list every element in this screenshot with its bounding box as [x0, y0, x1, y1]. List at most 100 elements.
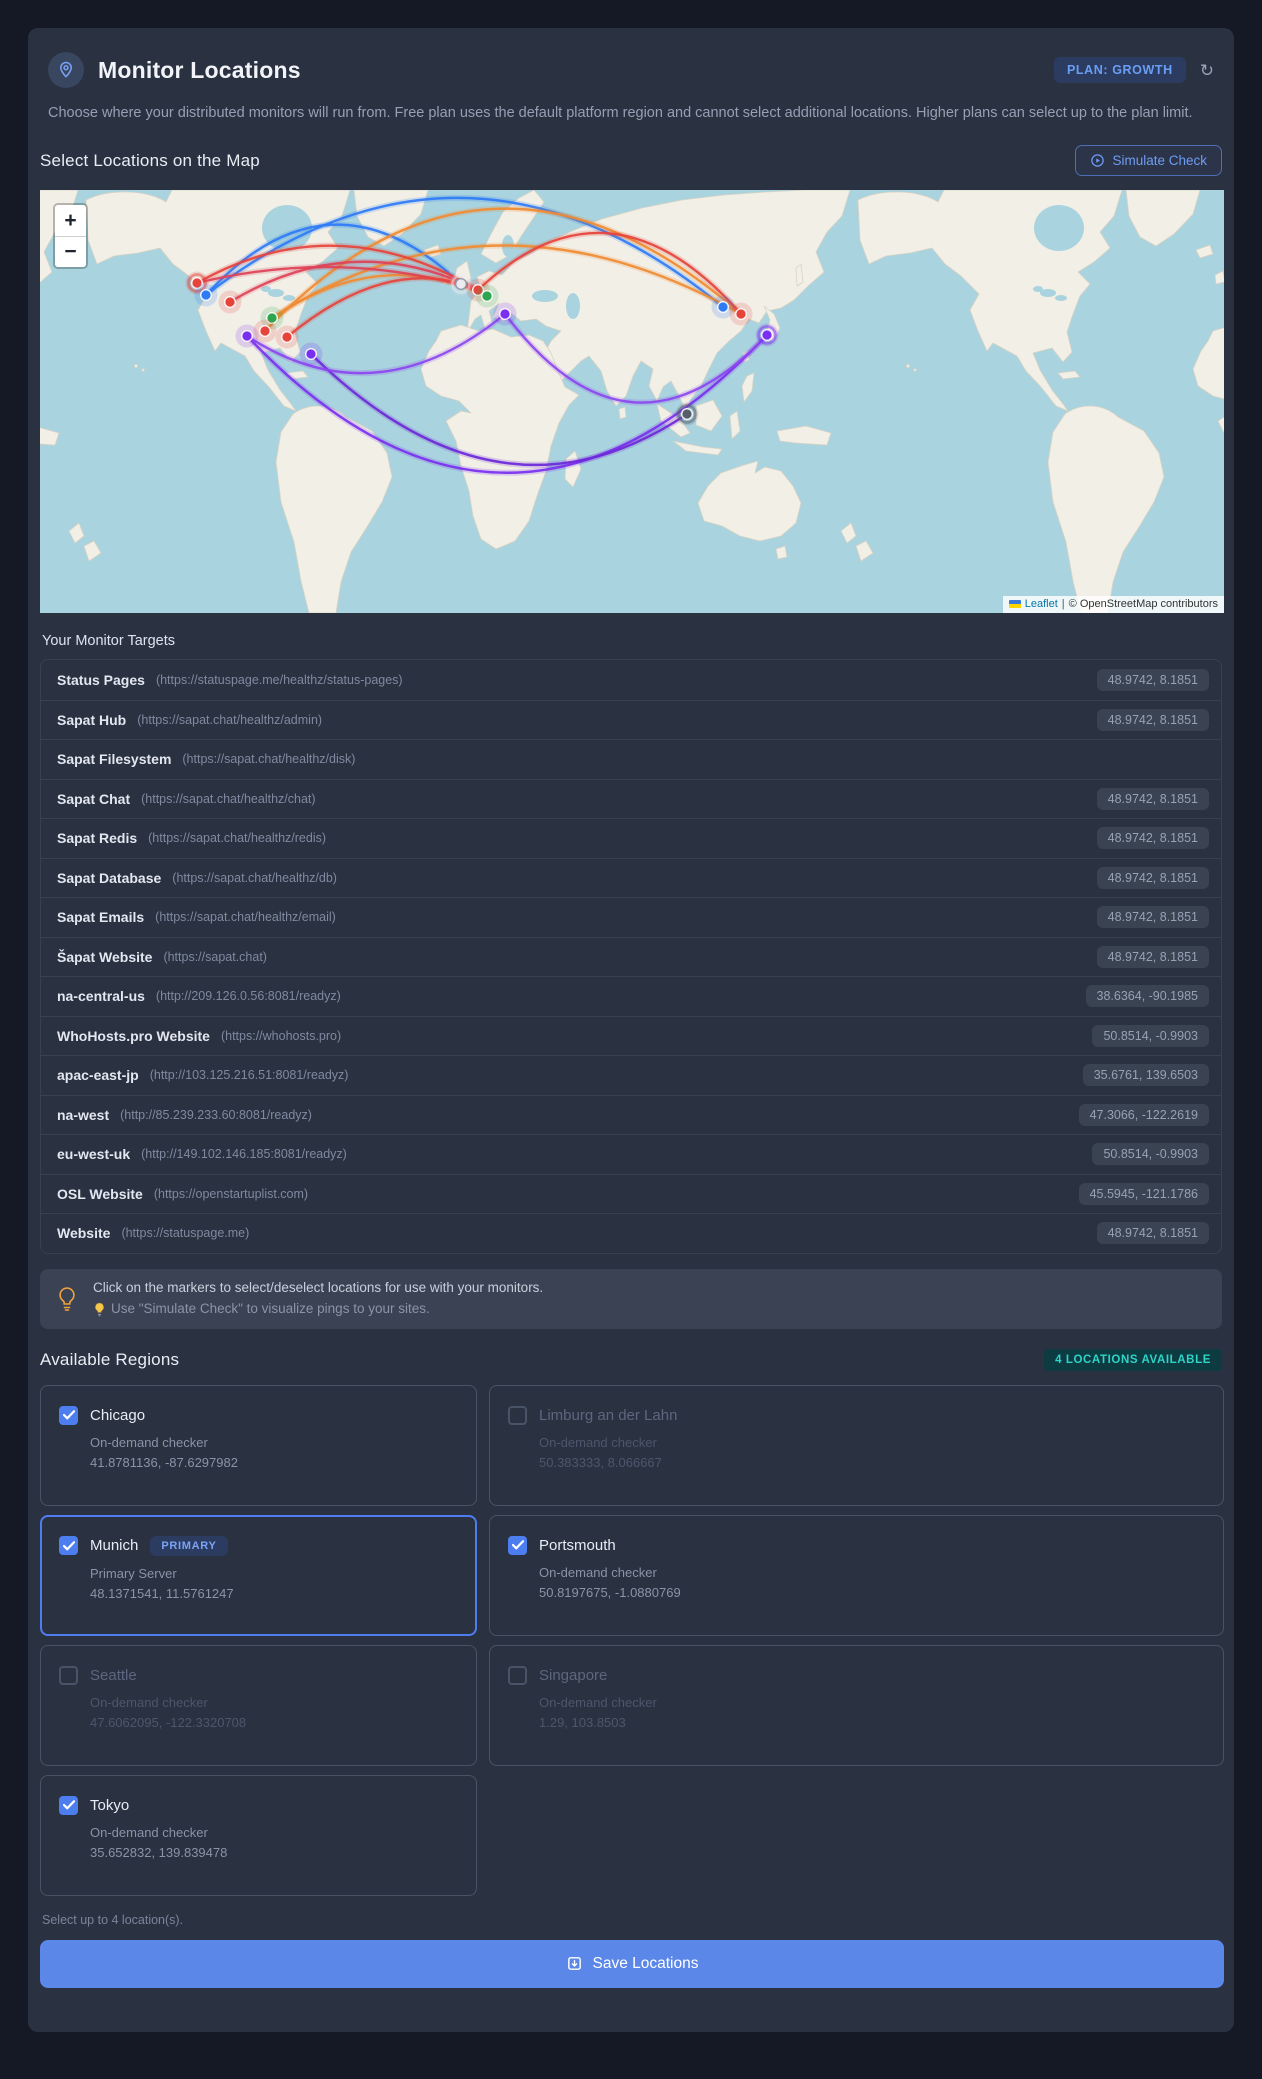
target-row[interactable]: Status Pages (https://statuspage.me/heal… — [41, 660, 1221, 700]
save-icon — [567, 1957, 581, 1970]
zoom-in-button[interactable]: + — [55, 205, 86, 237]
target-row[interactable]: Sapat Database (https://sapat.chat/healt… — [41, 857, 1221, 898]
region-checkbox[interactable] — [59, 1665, 78, 1685]
zoom-out-button[interactable]: − — [55, 236, 86, 268]
target-row[interactable]: Šapat Website (https://sapat.chat) 48.97… — [41, 936, 1221, 977]
region-checkbox[interactable] — [59, 1795, 78, 1815]
region-name: Singapore — [539, 1666, 608, 1684]
target-name: Website — [57, 1225, 111, 1242]
target-coords-badge: 48.9742, 8.1851 — [1096, 866, 1209, 889]
target-name: Sapat Database — [57, 869, 162, 886]
region-type: On-demand checker — [539, 1434, 657, 1450]
region-coords: 35.652832, 139.839478 — [90, 1844, 228, 1860]
refresh-icon[interactable]: ↻ — [1200, 62, 1214, 79]
target-name: eu-west-uk — [57, 1146, 131, 1163]
locations-available-badge: 4 LOCATIONS AVAILABLE — [1044, 1348, 1222, 1371]
simulate-check-button[interactable]: Simulate Check — [1075, 145, 1222, 177]
target-url: (https://sapat.chat/healthz/admin) — [137, 712, 323, 727]
target-row[interactable]: Sapat Hub (https://sapat.chat/healthz/ad… — [41, 699, 1221, 740]
region-coords: 41.8781136, -87.6297982 — [90, 1454, 238, 1470]
target-coords-badge: 48.9742, 8.1851 — [1096, 787, 1209, 810]
target-name: Sapat Hub — [57, 711, 127, 728]
map-marker[interactable] — [675, 402, 699, 426]
map-marker[interactable] — [729, 302, 753, 326]
target-name: WhoHosts.pro Website — [57, 1027, 210, 1044]
map-marker[interactable] — [218, 290, 242, 314]
region-card[interactable]: Munich PRIMARY Primary Server 48.1371541… — [40, 1514, 477, 1636]
world-map — [40, 190, 1224, 614]
region-type: On-demand checker — [90, 1824, 208, 1840]
map-marker[interactable] — [475, 284, 499, 308]
plan-badge: PLAN: GROWTH — [1053, 57, 1186, 83]
selection-limit-note: Select up to 4 location(s). — [42, 1912, 184, 1927]
page-title: Monitor Locations — [98, 56, 301, 83]
target-url: (https://statuspage.me/healthz/status-pa… — [155, 672, 403, 687]
region-checkbox[interactable] — [508, 1535, 527, 1555]
region-card[interactable]: Portsmouth On-demand checker 50.8197675,… — [489, 1514, 1224, 1636]
target-coords-badge: 48.9742, 8.1851 — [1096, 906, 1209, 929]
region-card[interactable]: Chicago On-demand checker 41.8781136, -8… — [40, 1384, 477, 1506]
target-coords-badge: 35.6761, 139.6503 — [1082, 1064, 1209, 1087]
region-type: On-demand checker — [539, 1564, 657, 1580]
targets-list: Status Pages (https://statuspage.me/heal… — [40, 659, 1222, 1254]
region-name: Chicago — [90, 1406, 146, 1424]
target-coords-badge: 48.9742, 8.1851 — [1096, 708, 1209, 731]
map-marker[interactable] — [275, 325, 299, 349]
tip-line2: Use "Simulate Check" to visualize pings … — [93, 1299, 543, 1320]
target-row[interactable]: WhoHosts.pro Website (https://whohosts.p… — [41, 1015, 1221, 1056]
target-url: (https://sapat.chat/healthz/redis) — [148, 831, 327, 846]
map-marker[interactable] — [253, 319, 277, 343]
target-row[interactable]: na-central-us (http://209.126.0.56:8081/… — [41, 976, 1221, 1016]
region-card[interactable]: Seattle On-demand checker 47.6062095, -1… — [40, 1644, 477, 1766]
target-coords-badge: 50.8514, -0.9903 — [1092, 1024, 1209, 1047]
play-circle-icon — [1091, 154, 1105, 167]
target-name: Šapat Website — [57, 948, 153, 965]
map-marker[interactable] — [493, 302, 517, 326]
region-card[interactable]: Limburg an der Lahn On-demand checker 50… — [489, 1384, 1224, 1506]
target-coords-badge: 47.3066, -122.2619 — [1078, 1103, 1209, 1126]
target-name: na-central-us — [57, 988, 145, 1005]
target-row[interactable]: Sapat Redis (https://sapat.chat/healthz/… — [41, 818, 1221, 858]
target-row[interactable]: Sapat Filesystem (https://sapat.chat/hea… — [41, 739, 1221, 779]
target-coords-badge: 48.9742, 8.1851 — [1096, 1222, 1209, 1245]
target-row[interactable]: Website (https://statuspage.me) 48.9742,… — [41, 1213, 1221, 1253]
map-section-heading: Select Locations on the Map — [40, 150, 260, 170]
save-locations-button[interactable]: Save Locations — [40, 1939, 1224, 1988]
map-marker[interactable] — [299, 342, 323, 366]
target-row[interactable]: Sapat Emails (https://sapat.chat/healthz… — [41, 897, 1221, 937]
leaflet-link[interactable]: Leaflet — [1025, 598, 1058, 610]
target-url: (https://sapat.chat/healthz/disk) — [182, 752, 356, 767]
tip-line1: Click on the markers to select/deselect … — [93, 1279, 544, 1295]
description: Choose where your distributed monitors w… — [48, 105, 1193, 121]
target-url: (https://sapat.chat/healthz/email) — [155, 910, 336, 925]
target-row[interactable]: apac-east-jp (http://103.125.216.51:8081… — [41, 1055, 1221, 1095]
map[interactable]: + − Leaflet | © OpenStreetMap contributo… — [40, 190, 1224, 614]
target-row[interactable]: eu-west-uk (http://149.102.146.185:8081/… — [41, 1134, 1221, 1174]
region-type: On-demand checker — [90, 1434, 208, 1450]
region-checkbox[interactable] — [59, 1536, 78, 1556]
target-name: Status Pages — [57, 671, 145, 688]
target-url: (http://85.239.233.60:8081/readyz) — [120, 1107, 312, 1122]
region-name: Munich — [90, 1537, 139, 1555]
region-card[interactable]: Singapore On-demand checker 1.29, 103.85… — [489, 1644, 1224, 1766]
target-row[interactable]: OSL Website (https://openstartuplist.com… — [41, 1173, 1221, 1214]
target-coords-badge: 48.9742, 8.1851 — [1096, 668, 1209, 691]
target-coords-badge: 50.8514, -0.9903 — [1092, 1143, 1209, 1166]
target-name: OSL Website — [57, 1185, 143, 1202]
panel-header: Monitor Locations PLAN: GROWTH ↻ — [40, 46, 1222, 88]
region-card[interactable]: Tokyo On-demand checker 35.652832, 139.8… — [40, 1774, 477, 1896]
target-name: Sapat Redis — [57, 830, 138, 847]
attribution-separator: | — [1061, 598, 1065, 611]
map-marker[interactable] — [755, 323, 779, 347]
region-checkbox[interactable] — [508, 1405, 527, 1425]
target-name: Sapat Emails — [57, 909, 145, 926]
region-checkbox[interactable] — [508, 1665, 527, 1685]
target-url: (https://sapat.chat/healthz/chat) — [141, 791, 316, 806]
target-row[interactable]: Sapat Chat (https://sapat.chat/healthz/c… — [41, 778, 1221, 819]
target-url: (https://openstartuplist.com) — [153, 1186, 309, 1201]
target-row[interactable]: na-west (http://85.239.233.60:8081/ready… — [41, 1094, 1221, 1135]
map-marker[interactable] — [194, 283, 218, 307]
region-name: Limburg an der Lahn — [539, 1406, 678, 1424]
region-coords: 48.1371541, 11.5761247 — [90, 1585, 234, 1601]
region-checkbox[interactable] — [59, 1405, 78, 1425]
